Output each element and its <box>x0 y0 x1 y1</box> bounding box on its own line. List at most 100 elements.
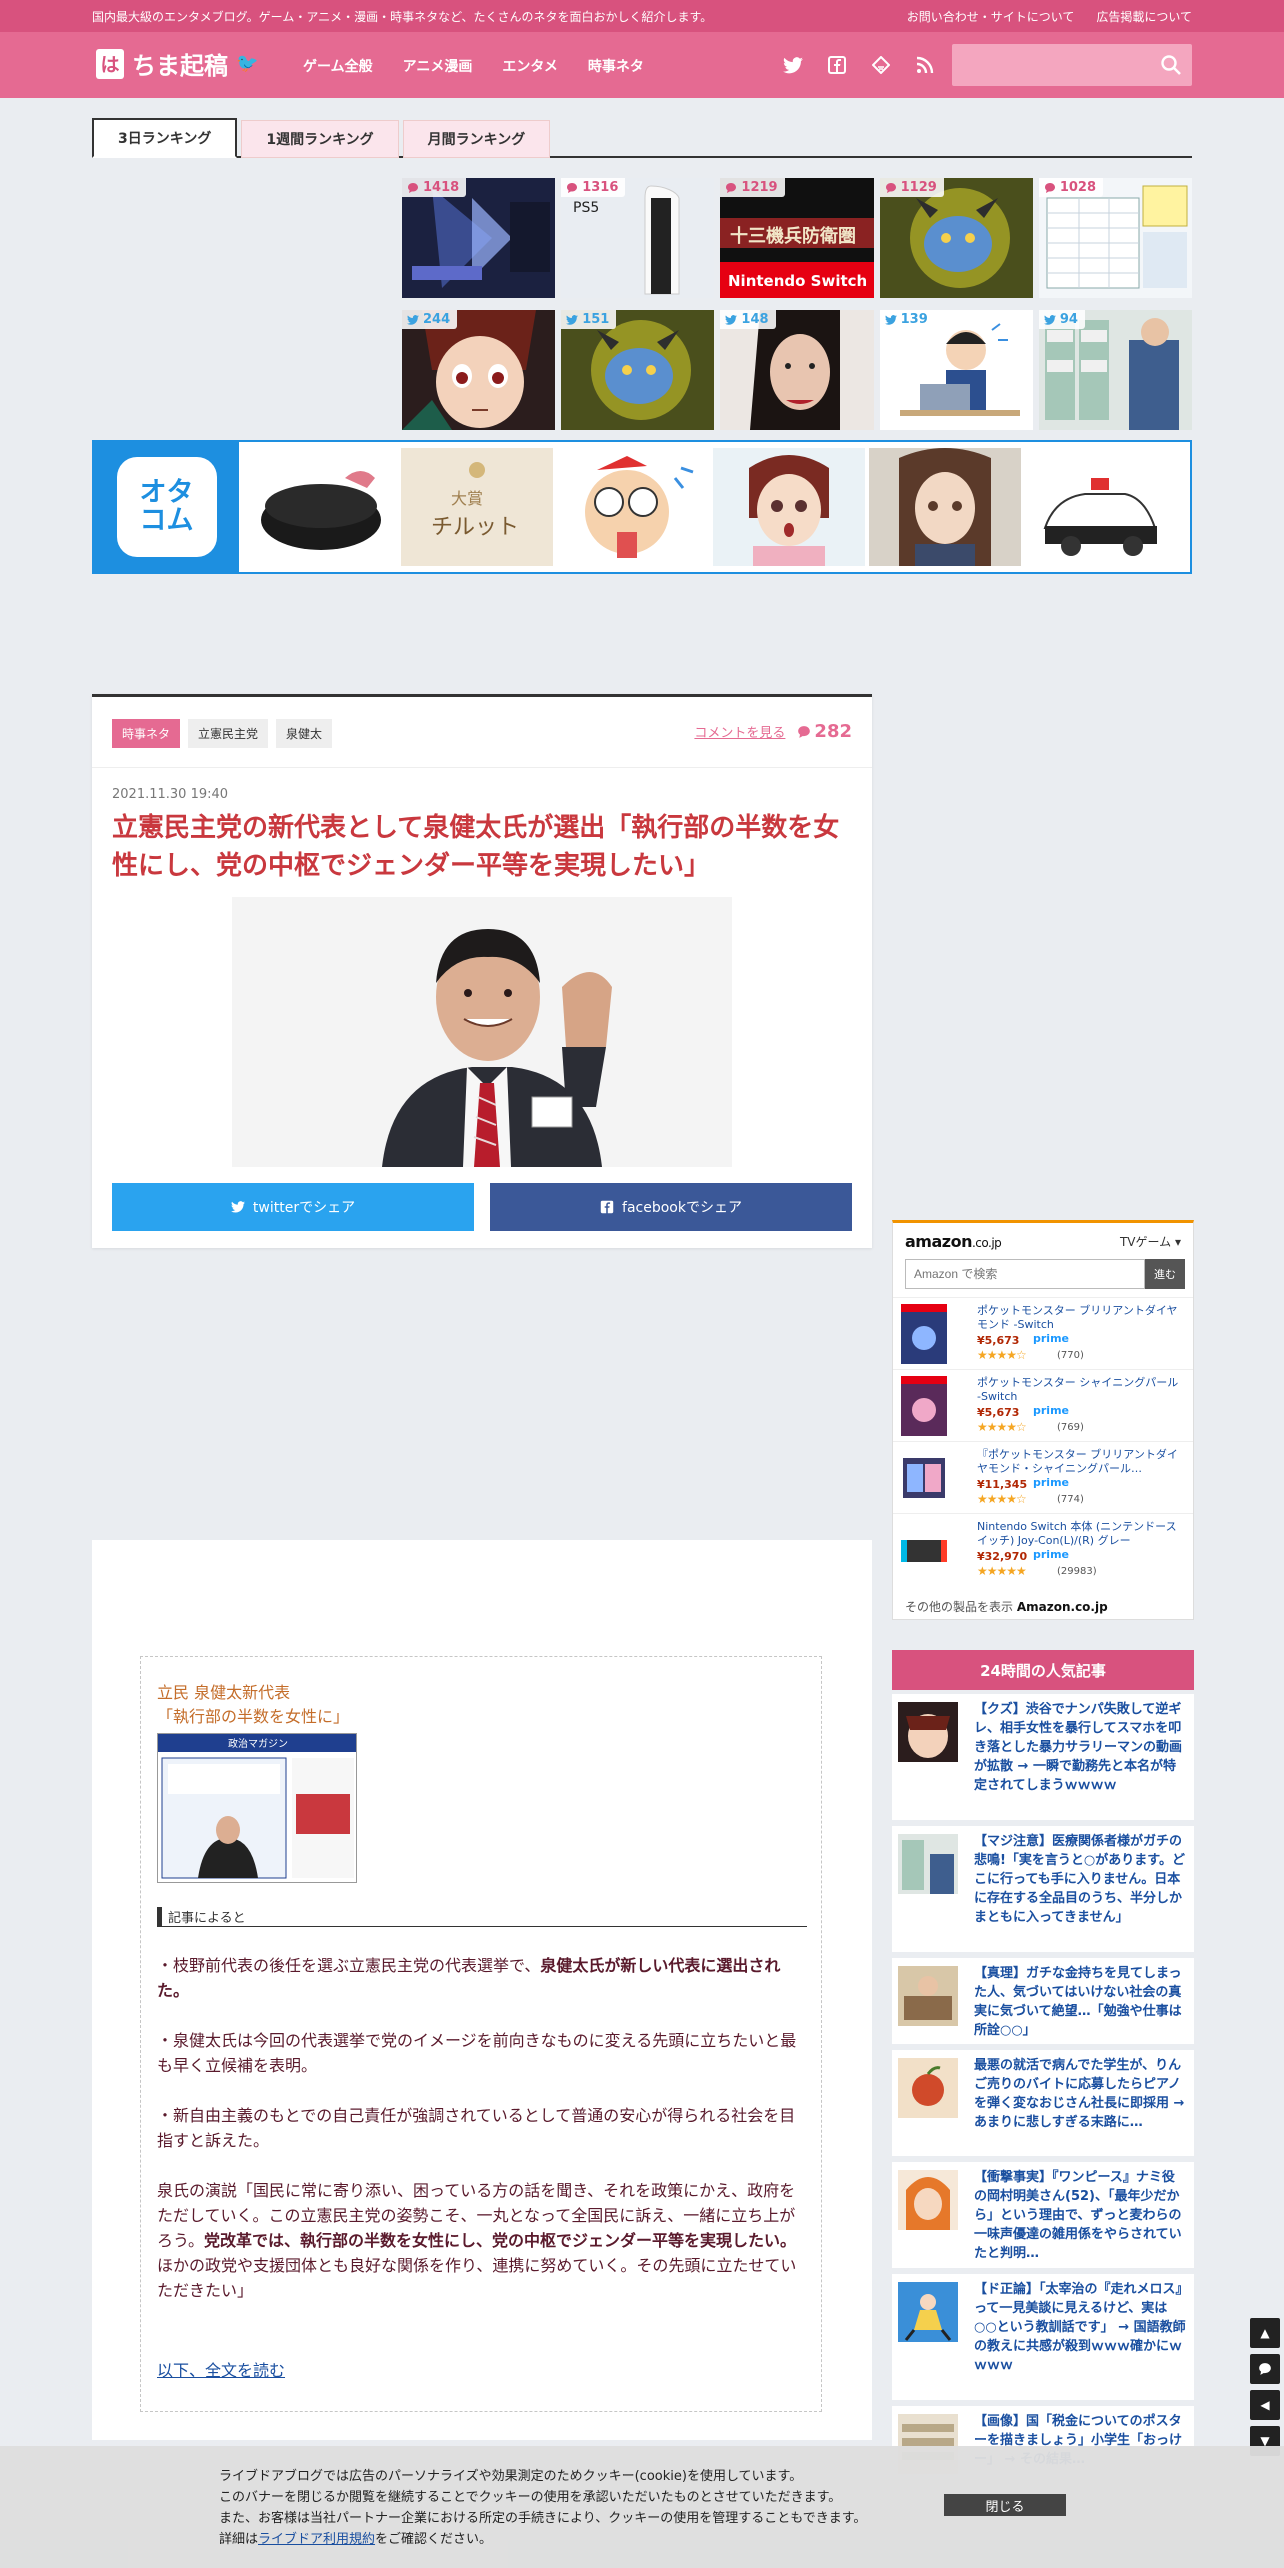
tag-link[interactable]: 立憲民主党 <box>188 719 269 748</box>
comment-icon[interactable] <box>1250 2354 1280 2384</box>
popular-item[interactable]: 【クズ】渋谷でナンパ失敗して逆ギレ、相手女性を暴行してスマホを叩き落とした暴力サ… <box>892 1694 1194 1820</box>
popular-heading: 24時間の人気記事 <box>892 1650 1194 1690</box>
ranking-item[interactable]: 94 <box>1038 310 1193 430</box>
otacom-brand: オタ コム <box>94 442 239 572</box>
comment-count-badge: 1418 <box>402 178 467 197</box>
amazon-more-link[interactable]: その他の製品を表示 Amazon.co.jp <box>905 1598 1108 1615</box>
ranking-item[interactable]: 1418 <box>402 178 556 298</box>
tab-1week[interactable]: 1週間ランキング <box>241 120 399 158</box>
ranking-item[interactable]: 1028 <box>1038 178 1193 298</box>
popular-item[interactable]: 【マジ注意】医療関係者様がガチの悲鳴!「実を言うと○があります。どこに行っても手… <box>892 1826 1194 1952</box>
tweet-count-badge: 151 <box>561 310 617 329</box>
article-title: 立憲民主党の新代表として泉健太氏が選出「執行部の半数を女性にし、党の中枢でジェン… <box>112 813 840 881</box>
source-link[interactable]: 立民 泉健太新代表 「執行部の半数を女性に」 <box>157 1681 349 1729</box>
nav-entame[interactable]: エンタメ <box>502 56 558 76</box>
ranking-item[interactable]: 十三機兵防衛圏 Nintendo Switch 1219 <box>720 178 874 298</box>
otacom-item[interactable] <box>713 448 865 566</box>
source-thumbnail[interactable]: 政治マガジン <box>157 1733 357 1883</box>
section-heading: 記事によると <box>157 1907 807 1927</box>
cookie-banner: ライブドアブログでは広告のパーソナライズや効果測定のためクッキー(cookie)… <box>0 2446 1284 2568</box>
ranking-item[interactable]: 148 <box>720 310 874 430</box>
popular-item[interactable]: 【ド正論】「太宰治の『走れメロス』って一見美談に見えるけど、実は○○という教訓話… <box>892 2274 1194 2400</box>
prime-badge: prime <box>1033 1332 1069 1345</box>
ads-link[interactable]: 広告掲載について <box>1096 8 1192 25</box>
rss-icon[interactable] <box>912 52 938 78</box>
cookie-close-button[interactable]: 閉じる <box>944 2494 1066 2516</box>
otacom-item[interactable]: 大賞 チルット <box>401 448 553 566</box>
top-strip: 国内最大級のエンタメブログ。ゲーム・アニメ・漫画・時事ネタなど、たくさんのネタを… <box>0 0 1284 32</box>
share-facebook-button[interactable]: facebookでシェア <box>490 1183 852 1231</box>
ranking-item[interactable]: 1129 <box>879 178 1033 298</box>
chevron-down-icon: ▾ <box>1174 1234 1181 1249</box>
article-date: 2021.11.30 19:40 <box>112 787 229 802</box>
view-comments-link[interactable]: コメントを見る <box>694 722 785 741</box>
article-photo <box>232 897 732 1167</box>
quoted-source: 立民 泉健太新代表 「執行部の半数を女性に」 政治マガジン 記事によると ・枝野前… <box>140 1656 822 2412</box>
popular-list: 【クズ】渋谷でナンパ失敗して逆ギレ、相手女性を暴行してスマホを叩き落とした暴力サ… <box>892 1694 1194 2492</box>
popular-item[interactable]: 【真理】ガチな金持ちを見てしまった人、気づいてはいけない社会の真実に気づいて絶望… <box>892 1958 1194 2044</box>
amazon-search-input[interactable] <box>905 1259 1145 1289</box>
otacom-item[interactable] <box>557 448 709 566</box>
tab-3day[interactable]: 3日ランキング <box>92 118 238 158</box>
ranking-item[interactable]: 151 <box>561 310 715 430</box>
tag-link[interactable]: 泉健太 <box>276 719 333 748</box>
rating-stars: ★★★★☆ <box>977 1492 1027 1506</box>
amazon-product[interactable]: ポケットモンスター ブリリアントダイヤモンド -Switch ¥5,673 pr… <box>893 1297 1193 1369</box>
amazon-product[interactable]: 『ポケットモンスター ブリリアントダイヤモンド・シャイニングパール… ¥11,3… <box>893 1441 1193 1513</box>
comment-count-badge: 1219 <box>720 178 785 197</box>
ranking-item[interactable]: PS5 1316 <box>561 178 715 298</box>
otacom-item[interactable] <box>869 448 1021 566</box>
feedly-icon[interactable] <box>868 52 894 78</box>
comment-count-badge: 1316 <box>561 178 626 197</box>
amazon-logo[interactable]: amazon.co.jp <box>905 1232 1002 1251</box>
article-tags: 時事ネタ 立憲民主党 泉健太 <box>112 719 333 748</box>
ranking-item[interactable]: 244 <box>402 310 556 430</box>
ranking-item[interactable]: 139 <box>879 310 1033 430</box>
amazon-widget: amazon.co.jp TVゲーム ▾ 進む ポケットモンスター ブリリアント… <box>892 1220 1194 1620</box>
otacom-item[interactable] <box>1025 448 1177 566</box>
arrow-up-icon[interactable]: ▲ <box>1250 2318 1280 2348</box>
search-icon[interactable] <box>1160 54 1182 76</box>
arrow-left-icon[interactable]: ◀ <box>1250 2390 1280 2420</box>
otacom-logo: オタ コム <box>116 457 217 557</box>
amazon-category-select[interactable]: TVゲーム ▾ <box>1120 1233 1181 1250</box>
logo-text: ちま起稿 <box>132 52 228 80</box>
nav-anime[interactable]: アニメ漫画 <box>403 56 473 76</box>
otacom-banner[interactable]: オタ コム 大賞 チルット <box>92 440 1192 574</box>
nav-news[interactable]: 時事ネタ <box>588 56 644 76</box>
popular-item[interactable]: 【衝撃事実】『ワンピース』ナミ役の岡村明美さん(52)、「最年少だから」という理… <box>892 2162 1194 2268</box>
header-search-input[interactable] <box>952 44 1152 86</box>
logo-mark: は <box>96 48 124 79</box>
twitter-icon[interactable] <box>780 52 806 78</box>
category-tag[interactable]: 時事ネタ <box>112 719 181 748</box>
popular-item[interactable]: 最悪の就活で病んでた学生が、りんご売りのバイトに応募したらピアノを弾く変なおじさ… <box>892 2050 1194 2156</box>
svg-text:チルット: チルット <box>431 515 519 540</box>
svg-text:十三機兵防衛圏: 十三機兵防衛圏 <box>730 225 856 247</box>
comment-count-badge: 1129 <box>879 178 944 197</box>
nav-game[interactable]: ゲーム全般 <box>303 56 373 76</box>
svg-text:PS5: PS5 <box>573 200 599 216</box>
terms-link[interactable]: ライブドア利用規約 <box>258 2532 375 2547</box>
top-links: お問い合わせ・サイトについて 広告掲載について <box>907 8 1192 25</box>
amazon-product[interactable]: Nintendo Switch 本体 (ニンテンドースイッチ) Joy-Con(… <box>893 1513 1193 1585</box>
facebook-icon[interactable] <box>824 52 850 78</box>
comment-icon <box>798 725 811 738</box>
amazon-search-button[interactable]: 進む <box>1145 1259 1185 1289</box>
ranking-tabs: 3日ランキング 1週間ランキング 月間ランキング <box>92 118 1192 158</box>
divider <box>92 767 872 768</box>
read-more-link[interactable]: 以下、全文を読む <box>157 2357 285 2381</box>
tweet-count-badge: 139 <box>879 310 935 329</box>
header-search <box>952 44 1192 86</box>
article-card: 時事ネタ 立憲民主党 泉健太 コメントを見る 282 2021.11.30 19… <box>92 694 872 1248</box>
share-twitter-button[interactable]: twitterでシェア <box>112 1183 474 1231</box>
svg-text:Nintendo Switch: Nintendo Switch <box>728 272 867 290</box>
amazon-product-list: ポケットモンスター ブリリアントダイヤモンド -Switch ¥5,673 pr… <box>893 1297 1193 1585</box>
site-logo[interactable]: は ちま起稿 🐦 <box>96 46 258 81</box>
cookie-text: ライブドアブログでは広告のパーソナライズや効果測定のためクッキー(cookie)… <box>219 2469 867 2547</box>
amazon-product[interactable]: ポケットモンスター シャイニングパール -Switch ¥5,673 prime… <box>893 1369 1193 1441</box>
tab-month[interactable]: 月間ランキング <box>402 120 551 158</box>
facebook-icon <box>600 1200 614 1214</box>
contact-link[interactable]: お問い合わせ・サイトについて <box>907 8 1075 25</box>
popular-articles: 24時間の人気記事 【クズ】渋谷でナンパ失敗して逆ギレ、相手女性を暴行してスマホ… <box>892 1650 1194 2498</box>
otacom-item[interactable] <box>245 448 397 566</box>
